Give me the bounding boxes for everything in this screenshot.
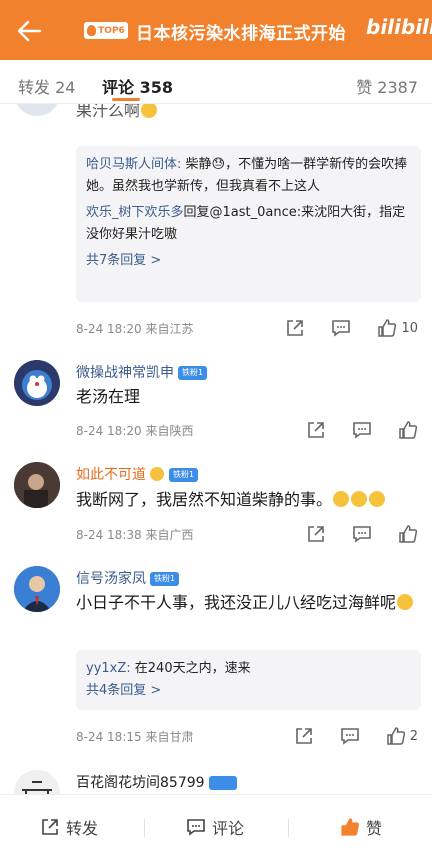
like-label: 赞 <box>366 819 383 838</box>
fan-badge: 铁粉1 <box>150 572 180 586</box>
divider <box>288 819 289 837</box>
comment-actions: 10 <box>259 318 418 338</box>
tab-bar: 转发 24 评论 358 赞 2387 <box>0 60 432 104</box>
tab-comment[interactable]: 评论 358 <box>102 74 173 98</box>
share-icon <box>42 819 58 835</box>
share-icon[interactable] <box>285 318 305 338</box>
thumb-up-icon[interactable] <box>377 318 397 338</box>
bilibili-logo: bilibili <box>366 15 432 39</box>
reply-preview[interactable]: yy1xZ: 在240天之内，速来 共4条回复 > <box>76 650 421 710</box>
active-tab-indicator <box>112 98 140 101</box>
comment-meta: 8-24 18:20 来自陕西 <box>76 424 194 438</box>
thumb-up-icon[interactable] <box>386 726 406 746</box>
fan-badge <box>208 776 237 790</box>
comment-text: 果汁么啊 <box>76 104 421 124</box>
like-count: 2 <box>409 728 418 744</box>
emoji-icon <box>141 104 158 118</box>
comment-text: 老汤在理 <box>76 387 141 406</box>
comment-button[interactable]: 评论 <box>186 815 244 839</box>
comment-meta: 8-24 18:20 来自江苏 <box>76 322 194 336</box>
top-bar: TOP6 日本核污染水排海正式开始 bilibili <box>0 0 432 60</box>
tab-repost[interactable]: 转发 24 <box>18 74 75 98</box>
avatar[interactable] <box>14 566 60 612</box>
flame-icon <box>87 25 97 36</box>
avatar[interactable] <box>14 104 60 116</box>
emoji-icon <box>333 491 350 507</box>
trending-tag: TOP6 <box>84 22 128 39</box>
like-button[interactable]: 赞 <box>340 815 382 839</box>
fan-badge: 铁粉1 <box>169 468 199 482</box>
comment-icon <box>187 819 205 836</box>
share-icon[interactable] <box>306 524 326 544</box>
back-arrow-icon[interactable] <box>14 16 44 46</box>
username[interactable]: 微操战神常凯申 铁粉1 <box>76 362 208 382</box>
thumb-up-icon[interactable] <box>398 420 418 440</box>
reply-line: 哈贝马斯人间体: 柴静😓，不懂为啥一群学新传的会吹捧她。虽然我也学新传，但我真看… <box>86 157 408 194</box>
doraemon-avatar-image <box>14 360 60 406</box>
tab-like[interactable]: 赞 2387 <box>356 74 418 98</box>
comment-meta: 8-24 18:15 来自甘肃 <box>76 730 194 744</box>
username[interactable]: 百花阁花坊间85799 <box>76 772 237 792</box>
avatar[interactable] <box>14 462 60 508</box>
more-replies-link[interactable]: 共4条回复 > <box>86 680 411 702</box>
username[interactable]: 信号汤家凤 铁粉1 <box>76 568 180 588</box>
avatar-image <box>14 770 60 794</box>
reply-line: 欢乐_树下欢乐多回复@1ast_0ance:来沈阳大街，指定没你好果汁吃嗷 <box>86 205 406 242</box>
comment-icon[interactable] <box>352 420 372 440</box>
thumb-up-icon <box>341 818 359 836</box>
more-replies-link[interactable]: 共7条回复 > <box>86 250 411 272</box>
page-title: 日本核污染水排海正式开始 <box>136 24 346 44</box>
emoji-icon <box>369 491 386 507</box>
comment-label: 评论 <box>212 819 245 838</box>
avatar[interactable] <box>14 360 60 406</box>
comment-text: 我断网了，我居然不知道柴静的事。 <box>76 487 421 513</box>
comment-icon[interactable] <box>340 726 360 746</box>
username[interactable]: 如此不可道 铁粉1 <box>76 464 199 484</box>
repost-label: 转发 <box>66 819 99 838</box>
like-count: 10 <box>401 320 418 336</box>
comment-icon[interactable] <box>331 318 351 338</box>
avatar-image <box>14 462 60 508</box>
emoji-icon <box>351 491 368 507</box>
comment-icon[interactable] <box>352 524 372 544</box>
share-icon[interactable] <box>306 420 326 440</box>
comment-meta: 8-24 18:38 来自广西 <box>76 528 194 542</box>
comment-actions <box>280 420 418 440</box>
avatar[interactable] <box>14 770 60 794</box>
divider <box>144 819 145 837</box>
reply-line: yy1xZ: 在240天之内，速来 <box>86 661 251 676</box>
avatar-image <box>14 566 60 612</box>
comment-text: 小日子不干人事，我还没正儿八经吃过海鲜呢 <box>76 590 421 616</box>
emoji-icon <box>397 594 414 610</box>
comment-actions: 2 <box>268 726 418 746</box>
reply-preview[interactable]: 哈贝马斯人间体: 柴静😓，不懂为啥一群学新传的会吹捧她。虽然我也学新传，但我真看… <box>76 146 421 302</box>
emoji-icon <box>150 467 164 481</box>
trending-tag-label: TOP6 <box>98 25 125 36</box>
bottom-action-bar: 转发 评论 赞 <box>0 794 432 864</box>
comment-actions <box>280 524 418 544</box>
repost-button[interactable]: 转发 <box>40 815 98 839</box>
thumb-up-icon[interactable] <box>398 524 418 544</box>
comment-list: 果汁么啊 哈贝马斯人间体: 柴静😓，不懂为啥一群学新传的会吹捧她。虽然我也学新传… <box>0 104 432 794</box>
share-icon[interactable] <box>294 726 314 746</box>
fan-badge: 铁粉1 <box>178 366 208 380</box>
